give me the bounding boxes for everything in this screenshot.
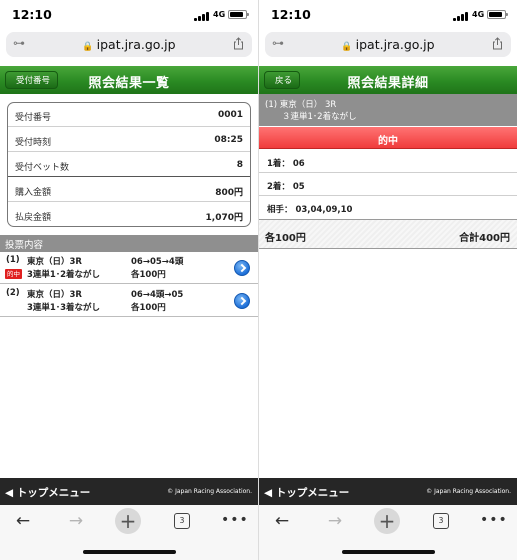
page-footer: ◀ トップメニュー © Japan Racing Association. bbox=[259, 478, 517, 505]
share-icon[interactable] bbox=[233, 37, 244, 50]
status-bar: 12:10 4G bbox=[259, 0, 517, 28]
screenshot-pair: 12:10 4G ⊶ 🔒 ipat.jra.go.jp 受付番号 照会結果一覧 受… bbox=[0, 0, 517, 560]
bet-amount: 各100円 bbox=[131, 303, 166, 313]
more-icon[interactable]: ••• bbox=[221, 510, 248, 530]
summary-row: 受付時刻 08:25 bbox=[8, 128, 250, 152]
detail-header: (1) 東京（日） 3R ３連単1･2着ながし bbox=[259, 94, 517, 126]
summary-label: 払戻金額 bbox=[15, 213, 52, 223]
browser-toolbar: ← → + 3 ••• bbox=[0, 505, 258, 560]
summary-value: 0001 bbox=[217, 110, 243, 120]
network-label: 4G bbox=[472, 10, 485, 19]
section-header: 投票内容 bbox=[0, 235, 258, 252]
summary-label: 受付時刻 bbox=[15, 138, 52, 148]
forward-arrow-icon[interactable]: → bbox=[323, 511, 347, 531]
share-icon[interactable] bbox=[492, 37, 503, 50]
summary-row: 受付ベット数 8 bbox=[8, 153, 250, 177]
bet-type: 3連単1･2着ながし bbox=[27, 270, 100, 280]
summary-label: 購入金額 bbox=[15, 188, 52, 198]
lock-icon: 🔒 bbox=[341, 42, 353, 52]
summary-row: 購入金額 800円 bbox=[8, 178, 250, 202]
detail-row: 1着： 06 bbox=[259, 150, 517, 173]
url-display[interactable]: 🔒 ipat.jra.go.jp bbox=[265, 37, 511, 52]
detail-row: 相手： 03,04,09,10 bbox=[259, 196, 517, 219]
page-title: 照会結果詳細 bbox=[347, 76, 429, 91]
plus-icon[interactable]: + bbox=[374, 508, 400, 534]
partners: 相手： 03,04,09,10 bbox=[267, 205, 353, 215]
chevron-right-icon[interactable] bbox=[234, 260, 250, 276]
summary-value: 800円 bbox=[215, 188, 243, 198]
second-place: 2着： 05 bbox=[267, 182, 305, 192]
top-menu-link[interactable]: ◀ トップメニュー bbox=[5, 485, 90, 500]
copyright-text: © Japan Racing Association. bbox=[426, 488, 511, 495]
status-time: 12:10 bbox=[271, 7, 311, 22]
bet-combination: 06→05→4頭 bbox=[131, 257, 184, 267]
summary-value: 8 bbox=[236, 160, 243, 170]
total-row: 各100円 合計400円 bbox=[259, 219, 517, 249]
back-arrow-icon[interactable]: ← bbox=[11, 511, 35, 531]
page-footer: ◀ トップメニュー © Japan Racing Association. bbox=[0, 478, 258, 505]
summary-value: 1,070円 bbox=[205, 213, 243, 223]
page-header: 戻る 照会結果詳細 bbox=[259, 66, 517, 94]
detail-race: (1) 東京（日） 3R bbox=[265, 100, 337, 110]
detail-row: 2着： 05 bbox=[259, 173, 517, 196]
summary-label: 受付番号 bbox=[15, 113, 52, 123]
battery-icon bbox=[228, 10, 249, 19]
receipt-summary: 受付番号 0001 受付時刻 08:25 受付ベット数 8 購入金額 800円 … bbox=[7, 102, 251, 227]
back-arrow-icon[interactable]: ← bbox=[270, 511, 294, 531]
network-label: 4G bbox=[213, 10, 226, 19]
summary-label: 受付ベット数 bbox=[15, 163, 70, 173]
status-time: 12:10 bbox=[12, 7, 52, 22]
summary-value: 08:25 bbox=[214, 135, 243, 145]
chevron-right-icon[interactable] bbox=[234, 293, 250, 309]
forward-arrow-icon[interactable]: → bbox=[64, 511, 88, 531]
home-indicator bbox=[342, 550, 435, 554]
more-icon[interactable]: ••• bbox=[480, 510, 507, 530]
tabs-button[interactable]: 3 bbox=[433, 513, 449, 529]
bet-amount: 各100円 bbox=[131, 270, 166, 280]
signal-icon bbox=[194, 12, 211, 21]
url-text: ipat.jra.go.jp bbox=[96, 37, 176, 52]
detail-bet-type: ３連単1･2着ながし bbox=[282, 112, 357, 122]
top-menu-link[interactable]: ◀ トップメニュー bbox=[264, 485, 349, 500]
bet-combination: 06→4頭→05 bbox=[131, 290, 184, 300]
page-header: 受付番号 照会結果一覧 bbox=[0, 66, 258, 94]
address-bar[interactable]: ⊶ 🔒 ipat.jra.go.jp bbox=[265, 32, 511, 57]
summary-row: 受付番号 0001 bbox=[8, 103, 250, 127]
section-title: 投票内容 bbox=[5, 240, 44, 251]
unit-amount: 各100円 bbox=[265, 233, 306, 244]
home-indicator bbox=[83, 550, 176, 554]
address-bar[interactable]: ⊶ 🔒 ipat.jra.go.jp bbox=[6, 32, 252, 57]
copyright-text: © Japan Racing Association. bbox=[167, 488, 252, 495]
page-title: 照会結果一覧 bbox=[88, 76, 170, 91]
plus-icon[interactable]: + bbox=[115, 508, 141, 534]
hit-badge: 的中 bbox=[5, 269, 22, 279]
result-label: 的中 bbox=[378, 136, 398, 147]
bet-number: (1) bbox=[6, 255, 20, 265]
bet-race: 東京（日）3R bbox=[27, 290, 82, 300]
browser-toolbar: ← → + 3 ••• bbox=[259, 505, 517, 560]
status-bar: 12:10 4G bbox=[0, 0, 258, 28]
battery-icon bbox=[487, 10, 508, 19]
phone-right: 12:10 4G ⊶ 🔒 ipat.jra.go.jp 戻る 照会結果詳細 (1)… bbox=[259, 0, 517, 560]
tabs-button[interactable]: 3 bbox=[174, 513, 190, 529]
signal-icon bbox=[453, 12, 470, 21]
url-text: ipat.jra.go.jp bbox=[355, 37, 435, 52]
bet-list-item[interactable]: (2) 東京（日）3R 3連単1･3着ながし 06→4頭→05 各100円 bbox=[0, 285, 258, 317]
lock-icon: 🔒 bbox=[82, 42, 94, 52]
url-display[interactable]: 🔒 ipat.jra.go.jp bbox=[6, 37, 252, 52]
first-place: 1着： 06 bbox=[267, 159, 305, 169]
total-amount: 合計400円 bbox=[459, 233, 510, 244]
bet-race: 東京（日）3R bbox=[27, 257, 82, 267]
bet-list-item[interactable]: (1) 的中 東京（日）3R 3連単1･2着ながし 06→05→4頭 各100円 bbox=[0, 252, 258, 284]
phone-left: 12:10 4G ⊶ 🔒 ipat.jra.go.jp 受付番号 照会結果一覧 受… bbox=[0, 0, 258, 560]
result-banner: 的中 bbox=[259, 127, 517, 149]
bet-type: 3連単1･3着ながし bbox=[27, 303, 100, 313]
bet-number: (2) bbox=[6, 288, 20, 298]
summary-row: 払戻金額 1,070円 bbox=[8, 203, 250, 226]
